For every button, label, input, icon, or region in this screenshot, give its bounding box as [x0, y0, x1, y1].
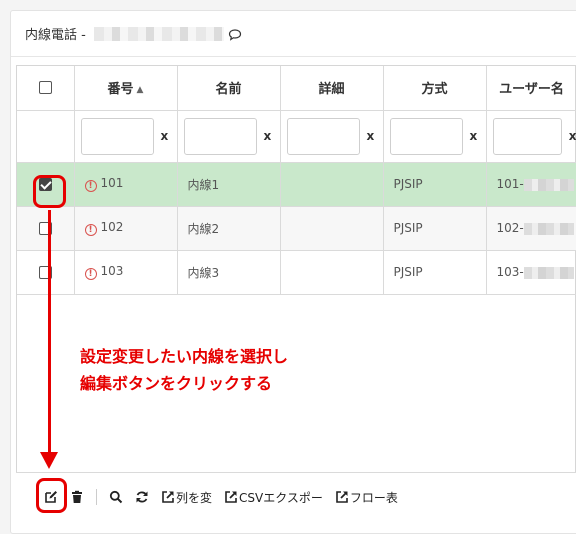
- redacted-username: [523, 222, 574, 235]
- table-row[interactable]: ! 102 内線2 PJSIP 102-: [17, 206, 576, 251]
- filter-method-clear[interactable]: x: [470, 129, 478, 143]
- annotation-arrow: [48, 210, 51, 455]
- search-button[interactable]: [109, 490, 123, 504]
- arrow-head: [40, 452, 58, 469]
- checkbox-highlight: [33, 175, 66, 208]
- column-header-detail[interactable]: 詳細: [280, 66, 384, 111]
- comment-icon[interactable]: [228, 28, 242, 41]
- flow-table-button[interactable]: フロー表: [335, 489, 398, 506]
- column-header-name[interactable]: 名前: [177, 66, 281, 111]
- warning-icon: !: [84, 180, 97, 192]
- table-row[interactable]: ! 101 内線1 PJSIP 101-: [17, 162, 576, 207]
- filter-name-clear[interactable]: x: [264, 129, 272, 143]
- external-link-icon: [162, 491, 174, 503]
- edit-button-highlight: [36, 478, 67, 513]
- annotation-line-1: 設定変更したい内線を選択し: [80, 347, 289, 366]
- csv-export-button[interactable]: CSVエクスポー: [224, 489, 323, 506]
- table-row[interactable]: ! 103 内線3 PJSIP 103-: [17, 250, 576, 295]
- redacted-username: [523, 178, 574, 191]
- toolbar-divider: [96, 489, 97, 505]
- filter-username-clear[interactable]: x: [569, 129, 576, 143]
- filter-username-input[interactable]: [492, 117, 562, 155]
- redacted-username: [523, 266, 574, 279]
- filter-number-input[interactable]: [80, 117, 154, 155]
- refresh-icon: [136, 491, 148, 503]
- select-all-checkbox[interactable]: [38, 81, 52, 95]
- search-icon: [109, 490, 123, 504]
- delete-button[interactable]: [70, 490, 84, 504]
- annotation-line-2: 編集ボタンをクリックする: [80, 374, 273, 393]
- header-row: 番号 ▲ 名前 詳細 方式 ユーザー名: [17, 66, 576, 111]
- sort-icon[interactable]: ▲: [137, 85, 144, 95]
- redacted-server-name: [93, 26, 224, 41]
- filter-spacer: [17, 110, 75, 163]
- filter-detail-input[interactable]: [286, 117, 360, 155]
- filter-method-input[interactable]: [389, 117, 463, 155]
- grid-toolbar: 列を変 CSVエクスポー フロー表: [16, 472, 576, 521]
- panel-header: 内線電話 -: [11, 11, 576, 57]
- instruction-annotation: 設定変更したい内線を選択し 編集ボタンをクリックする: [80, 343, 288, 397]
- warning-icon: !: [84, 268, 97, 280]
- refresh-button[interactable]: [135, 490, 149, 504]
- trash-icon: [72, 490, 82, 503]
- filter-number-clear[interactable]: x: [161, 129, 169, 143]
- extensions-grid: 番号 ▲ 名前 詳細 方式 ユーザー名 x x x x x ! 101 内線1 P: [16, 65, 576, 521]
- column-settings-button[interactable]: 列を変: [161, 489, 212, 506]
- page-title: 内線電話 -: [25, 28, 86, 43]
- select-all-cell: [17, 66, 75, 111]
- external-link-icon: [225, 491, 237, 503]
- column-header-username[interactable]: ユーザー名: [486, 66, 576, 111]
- warning-icon: !: [84, 224, 97, 236]
- filter-detail-clear[interactable]: x: [367, 129, 375, 143]
- external-link-icon: [336, 491, 348, 503]
- column-header-method[interactable]: 方式: [383, 66, 487, 111]
- filter-row: x x x x x: [17, 110, 576, 163]
- filter-name-input[interactable]: [183, 117, 257, 155]
- column-header-number[interactable]: 番号 ▲: [74, 66, 178, 111]
